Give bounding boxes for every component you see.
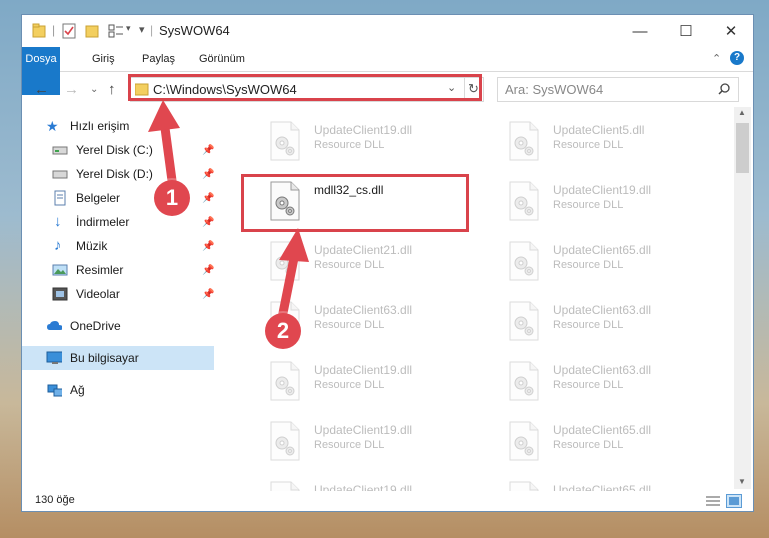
- arrow-2: [277, 228, 309, 323]
- callout-1: 1: [154, 180, 190, 216]
- arrow-1: [148, 100, 180, 193]
- annotation-overlay: [148, 100, 309, 323]
- callout-2: 2: [265, 313, 301, 349]
